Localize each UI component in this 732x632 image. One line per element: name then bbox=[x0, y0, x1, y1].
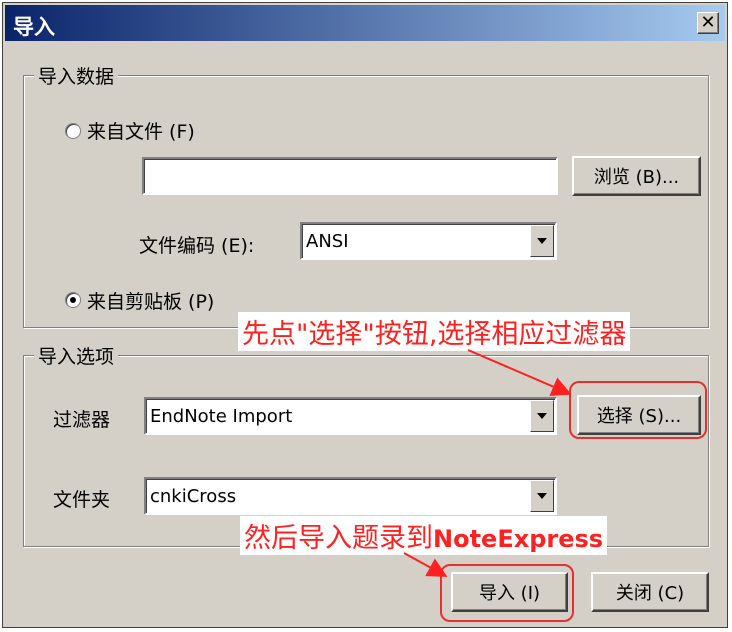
arrow-to-select bbox=[467, 349, 572, 396]
arrow-to-import bbox=[403, 552, 448, 577]
annotation-arrows bbox=[403, 349, 572, 577]
